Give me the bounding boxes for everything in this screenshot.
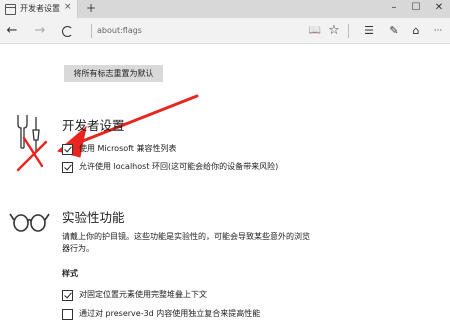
checkbox[interactable]: [62, 309, 73, 320]
more-icon[interactable]: ···: [429, 22, 447, 40]
back-button[interactable]: ←: [3, 22, 21, 40]
title-bar: 开发者设置 × + – ☐ ✕: [0, 0, 450, 18]
refresh-button[interactable]: [58, 22, 76, 40]
checkbox[interactable]: [62, 290, 73, 301]
reading-view-icon[interactable]: 📖: [306, 22, 324, 40]
new-tab-button[interactable]: +: [86, 1, 96, 15]
divider: [91, 24, 92, 38]
option-label: 通过对 preserve-3d 内容使用独立复合来提高性能: [79, 309, 261, 318]
navigation-bar: ← → about:flags 📖 ☆ ☰ ✎ ⌂ ···: [0, 18, 450, 44]
page-icon: [5, 4, 16, 15]
checkbox[interactable]: [62, 144, 73, 155]
browser-tab[interactable]: 开发者设置 ×: [0, 0, 78, 18]
experimental-description: 请戴上你的护目镜。这些功能是实验性的，可能会导致某些意外的浏览器行为。: [62, 232, 310, 253]
share-icon[interactable]: ⌂: [407, 22, 425, 40]
maximize-button[interactable]: ☐: [408, 1, 424, 15]
checkbox[interactable]: [62, 162, 73, 173]
option-label: 允许使用 localhost 环回(这可能会给你的设备带来风险): [79, 162, 279, 171]
option-label: 对固定位置元素使用完整堆叠上下文: [79, 290, 207, 299]
address-bar[interactable]: about:flags: [97, 24, 142, 38]
refresh-icon: [62, 26, 73, 37]
favorite-star-icon[interactable]: ☆: [325, 22, 343, 40]
styles-heading: 样式: [62, 269, 78, 278]
divider: [348, 24, 349, 38]
minimize-button[interactable]: –: [386, 1, 402, 15]
close-tab-icon[interactable]: ×: [64, 2, 72, 12]
forward-button[interactable]: →: [31, 22, 49, 40]
experimental-features-title: 实验性功能: [62, 210, 125, 225]
tab-title: 开发者设置: [20, 4, 60, 13]
close-window-button[interactable]: ✕: [431, 1, 447, 15]
option-label: 使用 Microsoft 兼容性列表: [79, 144, 177, 153]
developer-settings-title: 开发者设置: [62, 118, 125, 133]
web-note-icon[interactable]: ✎: [385, 22, 403, 40]
reset-flags-button[interactable]: 将所有标志重置为默认: [64, 65, 163, 82]
hub-icon[interactable]: ☰: [360, 22, 378, 40]
